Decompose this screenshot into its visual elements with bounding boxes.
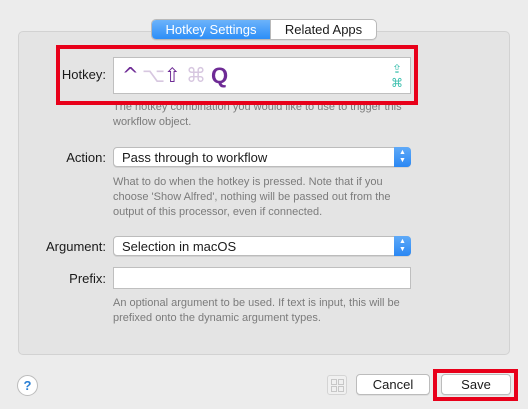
- tab-related-apps[interactable]: Related Apps: [270, 20, 376, 39]
- action-value: Pass through to workflow: [122, 150, 268, 165]
- save-button[interactable]: Save: [441, 374, 511, 395]
- grid-cell: [338, 386, 344, 392]
- hotkey-field[interactable]: ^ ⌥ ⇧ ⌘ Q ⇪ ⌘: [113, 57, 411, 94]
- control-modifier-icon: ^: [122, 63, 139, 87]
- tab-hotkey-settings[interactable]: Hotkey Settings: [152, 20, 270, 39]
- shift-modifier-icon: ⇧: [164, 63, 181, 87]
- hotkey-help-text: The hotkey combination you would like to…: [113, 101, 402, 128]
- caps-lock-icon: ⇪: [391, 62, 403, 76]
- argument-value: Selection in macOS: [122, 239, 237, 254]
- action-help-text: What to do when the hotkey is pressed. N…: [113, 176, 391, 218]
- prefix-input[interactable]: [113, 267, 411, 289]
- popup-arrows-icon: ▲ ▼: [394, 236, 411, 256]
- command-modifier-icon: ⌘: [186, 63, 206, 87]
- cancel-button[interactable]: Cancel: [356, 374, 430, 395]
- help-button[interactable]: ?: [17, 375, 38, 396]
- command-icon: ⌘: [391, 76, 403, 90]
- argument-label: Argument:: [46, 239, 106, 254]
- popup-arrows-icon: ▲ ▼: [394, 147, 411, 167]
- grid-cell: [331, 386, 337, 392]
- grid-cell: [338, 379, 344, 385]
- action-popup[interactable]: Pass through to workflow ▲ ▼: [113, 147, 411, 167]
- prefix-label: Prefix:: [69, 271, 106, 286]
- hotkey-letter: Q: [211, 63, 229, 88]
- grid-layout-icon[interactable]: [327, 375, 347, 395]
- caps-command-indicator-icon: ⇪ ⌘: [390, 62, 404, 90]
- prefix-help-text: An optional argument to be used. If text…: [113, 297, 400, 324]
- hotkey-label: Hotkey:: [61, 67, 106, 82]
- grid-cell: [331, 379, 337, 385]
- argument-popup[interactable]: Selection in macOS ▲ ▼: [113, 236, 411, 256]
- tab-switcher: Hotkey Settings Related Apps: [151, 19, 377, 40]
- option-modifier-icon: ⌥: [142, 63, 166, 87]
- action-label: Action:: [66, 150, 106, 165]
